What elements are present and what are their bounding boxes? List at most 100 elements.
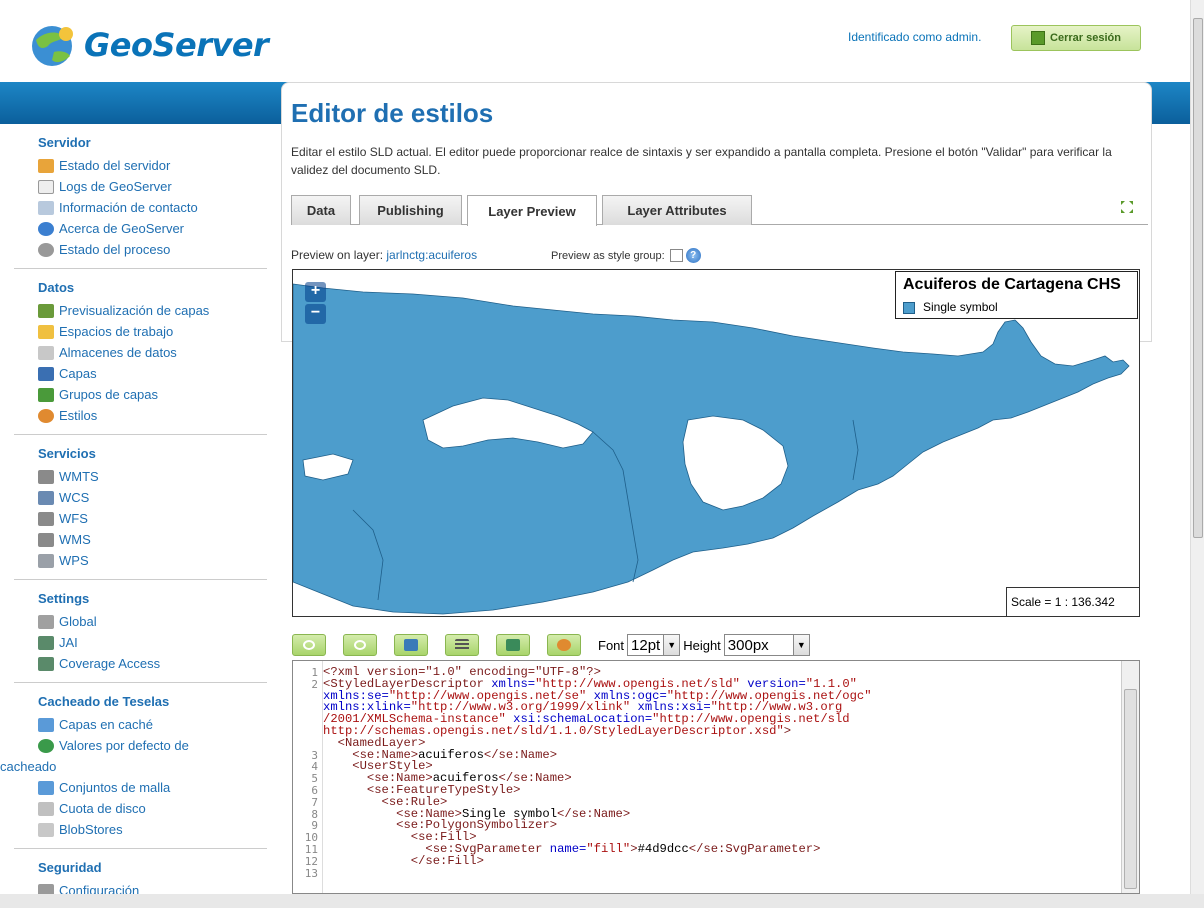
sidebar-item-label: cacheado xyxy=(0,759,57,774)
logout-label: Cerrar sesión xyxy=(1050,32,1121,44)
undo-icon xyxy=(303,640,315,650)
app-header: GeoServer Identificado como admin. Cerra… xyxy=(0,0,1190,82)
window-scrollbar-thumb[interactable] xyxy=(1193,18,1203,538)
sidebar-item-previsualizacion[interactable]: Previsualización de capas xyxy=(38,300,281,321)
security-config-icon xyxy=(38,883,54,894)
sidebar-item-label: WPS xyxy=(59,553,89,568)
logout-button[interactable]: Cerrar sesión xyxy=(1011,25,1141,51)
redo-button[interactable] xyxy=(343,634,377,656)
sidebar-section-title: Seguridad xyxy=(38,860,102,875)
sidebar-item-wps[interactable]: WPS xyxy=(38,550,281,571)
help-icon[interactable]: ? xyxy=(685,248,701,263)
sidebar-item-label: Capas xyxy=(59,366,97,381)
sidebar-item-valores-defecto[interactable]: Valores por defecto de xyxy=(38,735,281,756)
window-scrollbar[interactable] xyxy=(1190,0,1204,894)
tab-layer-preview[interactable]: Layer Preview xyxy=(467,195,597,226)
sidebar-item-espacios[interactable]: Espacios de trabajo xyxy=(38,321,281,342)
map-legend: Acuiferos de Cartagena CHS Single symbol xyxy=(895,271,1138,319)
reformat-button[interactable] xyxy=(445,634,479,656)
database-icon xyxy=(38,345,54,360)
zoom-in-button[interactable]: + xyxy=(305,282,326,302)
sidebar-divider xyxy=(14,434,267,435)
redo-icon xyxy=(354,640,366,650)
zoom-out-button[interactable]: − xyxy=(305,304,326,324)
fullscreen-icon[interactable] xyxy=(1120,200,1134,214)
palette-icon xyxy=(38,408,54,423)
insert-image-button[interactable] xyxy=(496,634,530,656)
sld-code-editor[interactable]: 1 2 3 4 5 6 7 8 9 10 11 12 13 <?xml vers… xyxy=(292,660,1140,894)
sidebar-item-proceso[interactable]: Estado del proceso xyxy=(38,239,281,260)
jai-icon xyxy=(38,635,54,650)
sidebar-item-label: Previsualización de capas xyxy=(59,303,210,318)
folder-icon xyxy=(38,324,54,339)
tab-label: Data xyxy=(306,203,336,218)
sidebar-item-configuracion[interactable]: Configuración xyxy=(38,880,281,894)
legend-title: Acuiferos de Cartagena CHS xyxy=(903,276,1121,293)
line-number: 2 xyxy=(311,677,318,691)
editor-scrollbar-thumb[interactable] xyxy=(1124,689,1137,889)
sidebar-item-coverage[interactable]: Coverage Access xyxy=(38,653,281,674)
sidebar-section-seguridad: Seguridad Configuración xyxy=(38,860,281,894)
sidebar-item-label: Información de contacto xyxy=(59,200,198,215)
wfs-service-icon xyxy=(38,511,54,526)
sidebar-item-capas-cache[interactable]: Capas en caché xyxy=(38,714,281,735)
sidebar-item-almacenes[interactable]: Almacenes de datos xyxy=(38,342,281,363)
sidebar-item-wms[interactable]: WMS xyxy=(38,529,281,550)
map-preview[interactable]: + − xyxy=(292,269,1140,617)
sidebar-item-wfs[interactable]: WFS xyxy=(38,508,281,529)
tab-layer-attributes[interactable]: Layer Attributes xyxy=(602,195,752,225)
tab-data[interactable]: Data xyxy=(291,195,351,225)
preview-group-checkbox[interactable] xyxy=(669,249,683,262)
sidebar-item-wmts[interactable]: WMTS xyxy=(38,466,281,487)
legend-swatch xyxy=(903,302,915,314)
font-size-select[interactable]: 12pt ▼ xyxy=(627,634,681,656)
sidebar-divider xyxy=(14,268,267,269)
sidebar-item-jai[interactable]: JAI xyxy=(38,632,281,653)
sidebar-item-label: JAI xyxy=(59,635,78,650)
sidebar-item-logs[interactable]: Logs de GeoServer xyxy=(38,176,281,197)
editor-scrollbar[interactable] xyxy=(1121,661,1139,893)
sidebar-item-estado-servidor[interactable]: Estado del servidor xyxy=(38,155,281,176)
wcs-service-icon xyxy=(38,490,54,505)
geoserver-logo[interactable]: GeoServer xyxy=(26,22,269,68)
sidebar-item-global[interactable]: Global xyxy=(38,611,281,632)
sidebar-item-wcs[interactable]: WCS xyxy=(38,487,281,508)
sidebar-item-label: Coverage Access xyxy=(59,656,161,671)
window-bottom-edge xyxy=(0,894,1204,908)
document-icon xyxy=(38,179,54,194)
sidebar-section-title: Datos xyxy=(38,280,75,295)
legend-item-label: Single symbol xyxy=(923,300,998,314)
sidebar-item-conjuntos-malla[interactable]: Conjuntos de malla xyxy=(38,777,281,798)
sidebar-item-label: Valores por defecto de xyxy=(59,738,189,753)
logout-icon xyxy=(1031,31,1046,45)
wps-service-icon xyxy=(38,553,54,568)
undo-button[interactable] xyxy=(292,634,326,656)
tab-label: Layer Attributes xyxy=(627,203,727,218)
preview-layer-link[interactable]: jarlnctg:acuiferos xyxy=(386,248,477,262)
line-number: 7 xyxy=(311,795,318,809)
sidebar-section-datos: Datos Previsualización de capas Espacios… xyxy=(38,280,281,426)
sidebar-item-contacto[interactable]: Información de contacto xyxy=(38,197,281,218)
sidebar-item-capas[interactable]: Capas xyxy=(38,363,281,384)
sidebar-section-settings: Settings Global JAI Coverage Access xyxy=(38,591,281,674)
globe-icon xyxy=(38,738,54,753)
goto-line-button[interactable] xyxy=(394,634,428,656)
sidebar-item-grupos[interactable]: Grupos de capas xyxy=(38,384,281,405)
color-picker-button[interactable] xyxy=(547,634,581,656)
sidebar-item-acerca[interactable]: Acerca de GeoServer xyxy=(38,218,281,239)
height-select[interactable]: 300px ▼ xyxy=(723,634,810,656)
sidebar-item-label: WCS xyxy=(59,490,90,505)
sidebar-item-estilos[interactable]: Estilos xyxy=(38,405,281,426)
sidebar-item-valores-defecto-cont[interactable]: cacheado xyxy=(0,756,281,777)
line-number-gutter: 1 2 3 4 5 6 7 8 9 10 11 12 13 xyxy=(293,661,323,893)
sidebar-item-cuota-disco[interactable]: Cuota de disco xyxy=(38,798,281,819)
tab-publishing[interactable]: Publishing xyxy=(359,195,462,225)
line-number: 12 xyxy=(304,854,318,868)
info-icon xyxy=(38,221,54,236)
sidebar-item-blobstores[interactable]: BlobStores xyxy=(38,819,281,840)
sidebar-item-label: Almacenes de datos xyxy=(59,345,177,360)
sidebar-divider xyxy=(14,682,267,683)
sidebar-item-label: WFS xyxy=(59,511,88,526)
chevron-down-icon: ▼ xyxy=(792,635,809,655)
gear-icon xyxy=(38,242,54,257)
